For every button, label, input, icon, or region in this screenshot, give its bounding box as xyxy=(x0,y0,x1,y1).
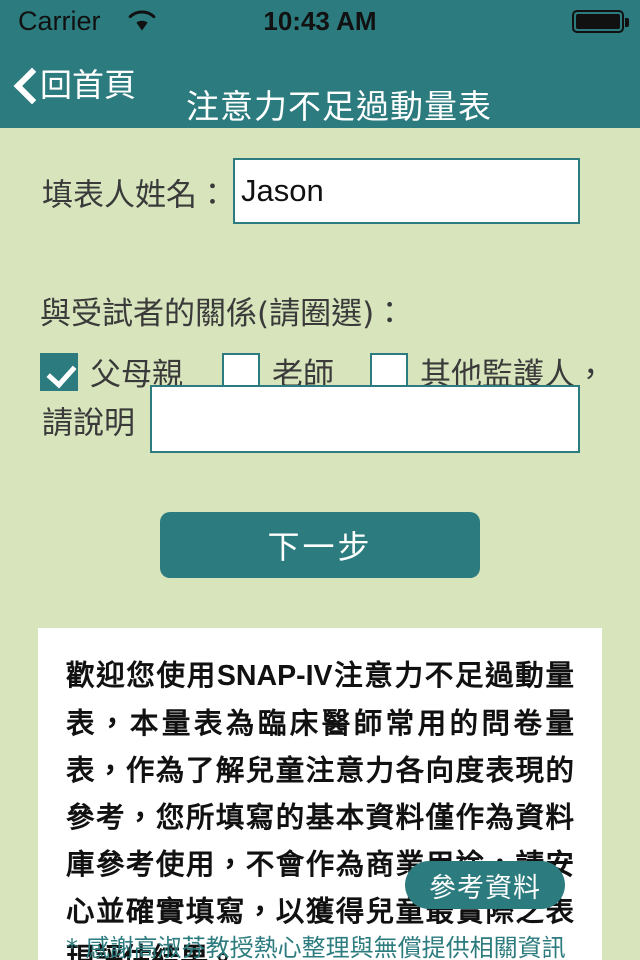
form-area: 填表人姓名： 與受試者的關係(請圈選)： 父母親 老師 其他監護人， 請說明 下… xyxy=(0,128,640,628)
page-title: 注意力不足過動量表 xyxy=(186,87,492,126)
relation-checkbox-row: 父母親 老師 其他監護人， xyxy=(0,328,640,393)
back-button-label: 回首頁 xyxy=(40,66,137,104)
name-input[interactable] xyxy=(233,158,580,224)
note-label: 請說明 xyxy=(42,405,135,442)
relation-label: 與受試者的關係(請圈選)： xyxy=(40,296,406,332)
status-bar: Carrier 10:43 AM xyxy=(0,0,640,42)
info-footnote: * 感謝高淑芬教授熱心整理與無償提供相關資訊 xyxy=(66,934,566,960)
battery-fill xyxy=(576,14,620,29)
info-paragraph: 歡迎您使用SNAP-IV注意力不足過動量表，本量表為臨床醫師常用的問卷量表，作為… xyxy=(66,652,574,960)
note-input[interactable] xyxy=(150,385,580,453)
back-button[interactable]: 回首頁 xyxy=(14,59,136,111)
status-time: 10:43 AM xyxy=(263,6,377,36)
nav-bar: 回首頁 注意力不足過動量表 xyxy=(0,42,640,128)
next-step-button[interactable]: 下一步 xyxy=(160,512,480,578)
reference-button[interactable]: 參考資料 xyxy=(405,861,565,909)
note-row: 請說明 xyxy=(0,385,640,455)
info-card: 歡迎您使用SNAP-IV注意力不足過動量表，本量表為臨床醫師常用的問卷量表，作為… xyxy=(38,628,602,960)
name-label: 填表人姓名： xyxy=(42,177,228,214)
info-paragraph-brand: SNAP-IV xyxy=(216,660,333,692)
app-screen: Carrier 10:43 AM 回首頁 注意力不足過動量表 填表人姓名： 與受… xyxy=(0,0,640,960)
chevron-left-icon xyxy=(14,66,36,104)
name-row: 填表人姓名： xyxy=(0,158,640,226)
info-paragraph-body: 注意力不足過動量表，本量表為臨床醫師常用的問卷量表，作為了解兒童注意力各向度表現… xyxy=(66,659,574,960)
info-paragraph-prefix: 歡迎您使用 xyxy=(66,659,217,692)
battery-full-icon xyxy=(572,10,629,33)
